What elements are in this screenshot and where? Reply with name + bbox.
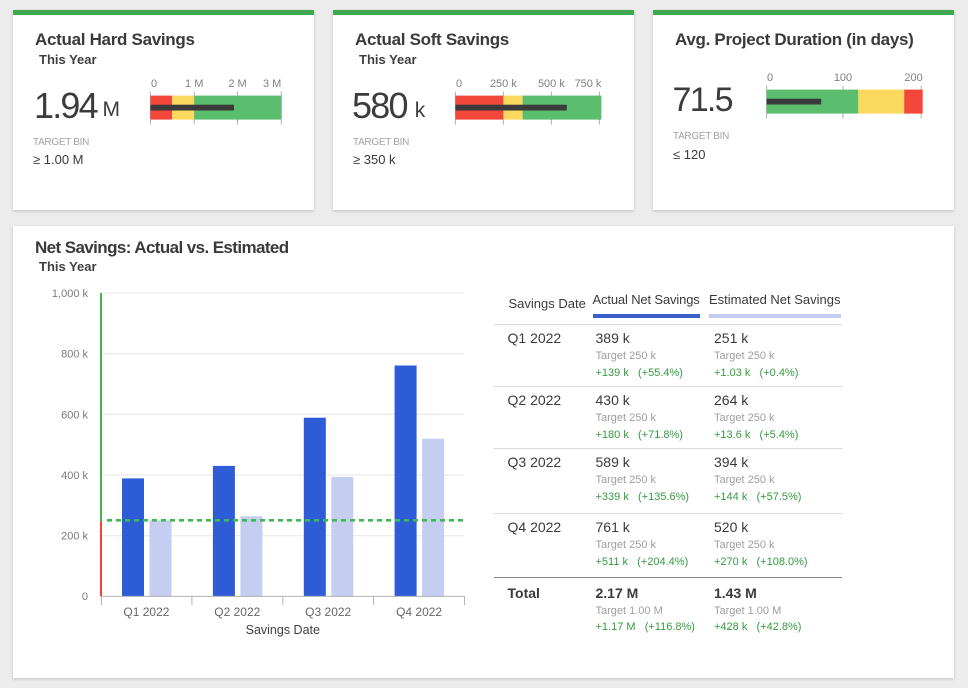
svg-text:0: 0: [82, 591, 88, 603]
svg-text:0: 0: [767, 72, 773, 84]
svg-text:500 k: 500 k: [538, 78, 565, 90]
svg-text:750 k: 750 k: [574, 78, 601, 90]
svg-text:400 k: 400 k: [61, 470, 88, 482]
svg-text:0: 0: [456, 78, 462, 90]
svg-text:1 M: 1 M: [185, 78, 203, 90]
svg-text:2 M: 2 M: [228, 78, 246, 90]
svg-text:600 k: 600 k: [61, 409, 88, 421]
svg-text:3 M: 3 M: [263, 78, 281, 90]
svg-text:0: 0: [151, 78, 157, 90]
svg-text:Q4 2022: Q4 2022: [396, 605, 442, 619]
svg-text:250 k: 250 k: [490, 78, 517, 90]
svg-text:800 k: 800 k: [61, 349, 88, 361]
svg-text:Q3 2022: Q3 2022: [305, 605, 351, 619]
svg-text:200: 200: [904, 72, 922, 84]
svg-text:Q1 2022: Q1 2022: [123, 605, 169, 619]
svg-text:100: 100: [834, 72, 852, 84]
svg-text:200 k: 200 k: [61, 531, 88, 543]
svg-text:Savings Date: Savings Date: [246, 623, 320, 637]
svg-text:Q2 2022: Q2 2022: [214, 605, 260, 619]
svg-text:1,000 k: 1,000 k: [52, 288, 89, 300]
